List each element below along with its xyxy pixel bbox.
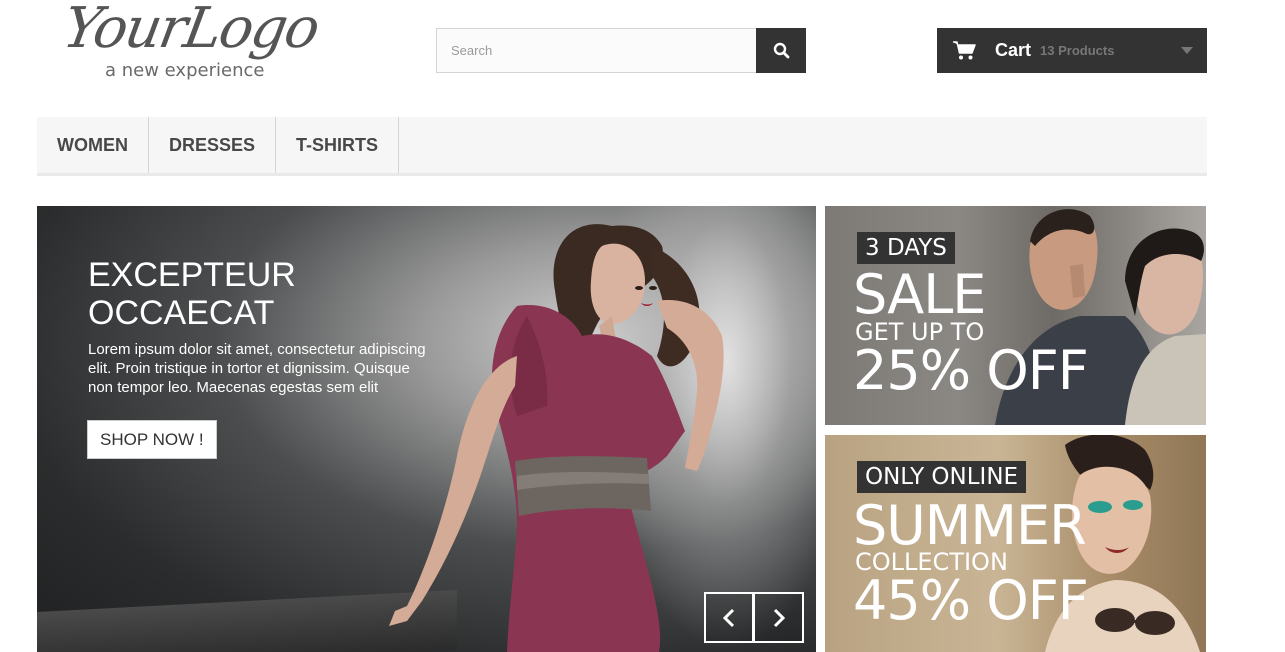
- search-input[interactable]: [436, 28, 756, 73]
- banner-headline-sale: SALE: [853, 263, 986, 326]
- banner-tag-only-online: ONLY ONLINE: [857, 461, 1027, 493]
- slider-title-line-1: EXCEPTEUR: [88, 256, 296, 294]
- logo-script-text: YourLogo: [58, 0, 323, 61]
- slider-controls: [704, 592, 804, 643]
- search-button[interactable]: [756, 28, 806, 73]
- site-logo[interactable]: YourLogo a new experience: [58, 0, 350, 82]
- menu-item-dresses[interactable]: DRESSES: [149, 117, 277, 173]
- caret-down-icon[interactable]: [1181, 47, 1193, 54]
- slider-title-line-2: OCCAECAT: [88, 294, 275, 332]
- search-bar: [436, 28, 806, 73]
- banner-offer-25: 25% OFF: [853, 339, 1089, 402]
- slider-next-button[interactable]: [754, 592, 804, 643]
- cart-label: Cart: [995, 40, 1032, 60]
- banner-offer-45: 45% OFF: [853, 569, 1089, 632]
- menu-item-t-shirts[interactable]: T-SHIRTS: [276, 117, 400, 173]
- logo-tagline: a new experience: [105, 60, 265, 81]
- cart-icon: [953, 40, 976, 59]
- banner-headline-summer: SUMMER: [853, 494, 1087, 557]
- cart-count: 13 Products: [1040, 43, 1115, 58]
- slider-prev-button[interactable]: [704, 592, 754, 643]
- shop-now-button[interactable]: SHOP NOW !: [87, 420, 217, 459]
- slider-description: Lorem ipsum dolor sit amet, consectetur …: [88, 341, 426, 396]
- search-icon: [773, 42, 789, 59]
- chevron-left-icon: [722, 608, 735, 627]
- model-face-detail: [635, 286, 657, 306]
- home-slider[interactable]: EXCEPTEUR OCCAECAT Lorem ipsum dolor sit…: [37, 206, 816, 652]
- sale-banner[interactable]: 3 DAYS SALE GET UP TO 25% OFF: [825, 206, 1206, 425]
- main-menu: WOMEN DRESSES T-SHIRTS: [37, 117, 1207, 176]
- chevron-right-icon: [773, 608, 785, 627]
- banner-tag-3-days: 3 DAYS: [857, 232, 955, 264]
- menu-item-women[interactable]: WOMEN: [37, 117, 149, 173]
- cart-button[interactable]: Cart 13 Products: [937, 28, 1207, 73]
- slider-title: EXCEPTEUR OCCAECAT: [88, 256, 488, 332]
- summer-banner[interactable]: ONLY ONLINE SUMMER COLLECTION 45% OFF: [825, 435, 1206, 652]
